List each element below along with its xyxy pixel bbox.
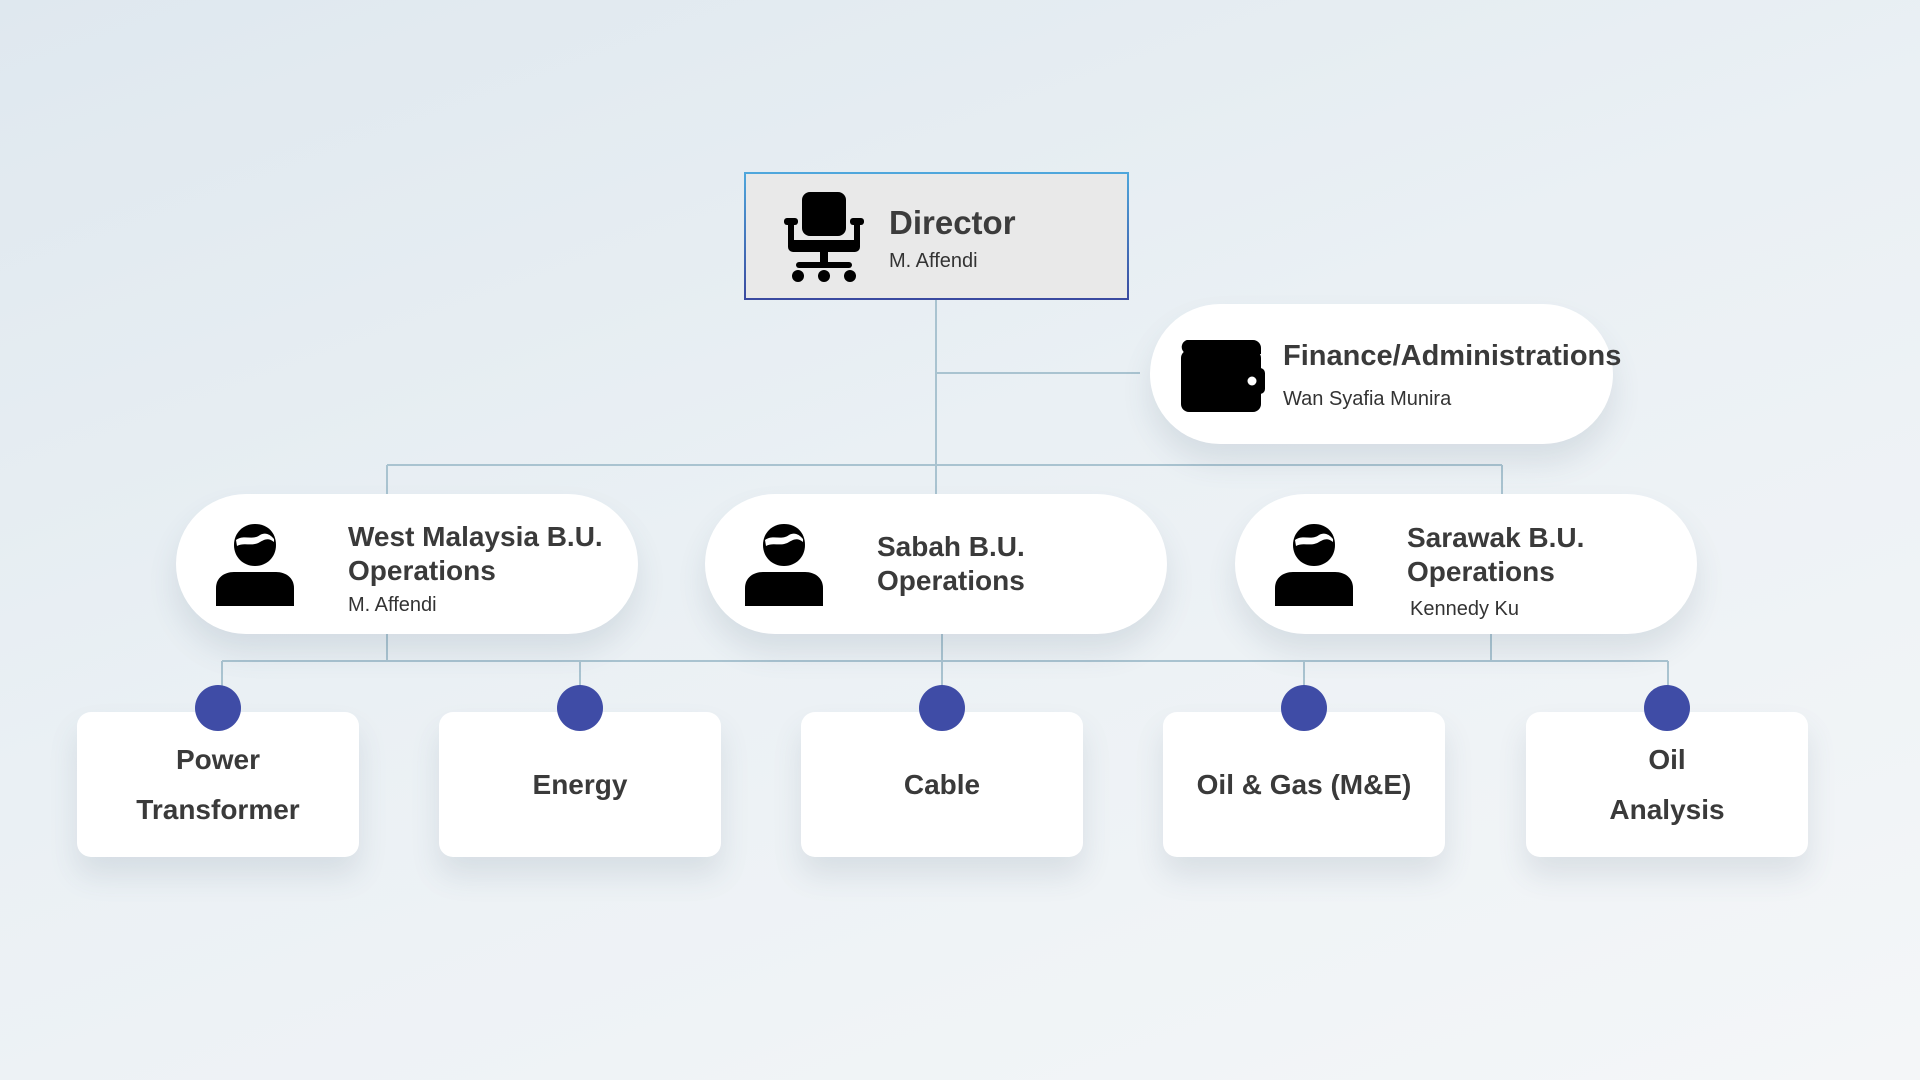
bu-title-line1: Sarawak B.U.	[1407, 522, 1585, 553]
bu-card-sabah: Sabah B.U. Operations	[705, 494, 1167, 634]
bu-title: West Malaysia B.U. Operations	[348, 520, 603, 588]
bu-title-line2: Operations	[348, 555, 496, 586]
bu-title-line1: West Malaysia B.U.	[348, 521, 603, 552]
division-label-line1: Energy	[532, 768, 628, 800]
bu-card-sarawak: Sarawak B.U. Operations Kennedy Ku	[1235, 494, 1697, 634]
bu-title-line1: Sabah B.U.	[877, 531, 1025, 562]
division-label-line1: Power	[175, 743, 261, 775]
division-dot	[1644, 685, 1690, 731]
bu-person: Kennedy Ku	[1410, 598, 1519, 620]
person-icon	[216, 524, 294, 606]
bu-title: Sarawak B.U. Operations	[1407, 521, 1584, 589]
division-card-energy: Energy	[439, 712, 721, 857]
director-title: Director	[889, 204, 1016, 241]
bu-card-west-malaysia: West Malaysia B.U. Operations M. Affendi	[176, 494, 638, 634]
division-card-oil-gas: Oil & Gas (M&E)	[1163, 712, 1445, 857]
person-icon	[1275, 524, 1353, 606]
division-card-power-transformer: Power Transformer	[77, 712, 359, 857]
division-label-line1: Oil & Gas (M&E)	[1196, 768, 1412, 800]
bu-person: M. Affendi	[348, 594, 437, 616]
finance-card: Finance/Administrations Wan Syafia Munir…	[1150, 304, 1621, 444]
division-card-cable: Cable	[801, 712, 1083, 857]
office-chair-icon	[784, 192, 864, 282]
division-label-line1: Oil	[1648, 743, 1686, 775]
division-label-line1: Cable	[903, 768, 981, 800]
bu-title: Sabah B.U. Operations	[877, 530, 1025, 598]
finance-person: Wan Syafia Munira	[1283, 388, 1452, 410]
person-icon	[745, 524, 823, 606]
division-dot	[919, 685, 965, 731]
finance-title: Finance/Administrations	[1283, 340, 1622, 372]
division-label-line2: Analysis	[1609, 793, 1725, 825]
division-dot	[1281, 685, 1327, 731]
division-dot	[557, 685, 603, 731]
division-label-line2: Transformer	[136, 793, 300, 825]
bu-title-line2: Operations	[1407, 556, 1555, 587]
bu-title-line2: Operations	[877, 565, 1025, 596]
wallet-icon	[1181, 340, 1265, 412]
director-card: Director M. Affendi	[744, 172, 1129, 300]
division-card-oil-analysis: Oil Analysis	[1526, 712, 1808, 857]
director-person: M. Affendi	[889, 250, 978, 272]
division-dot	[195, 685, 241, 731]
